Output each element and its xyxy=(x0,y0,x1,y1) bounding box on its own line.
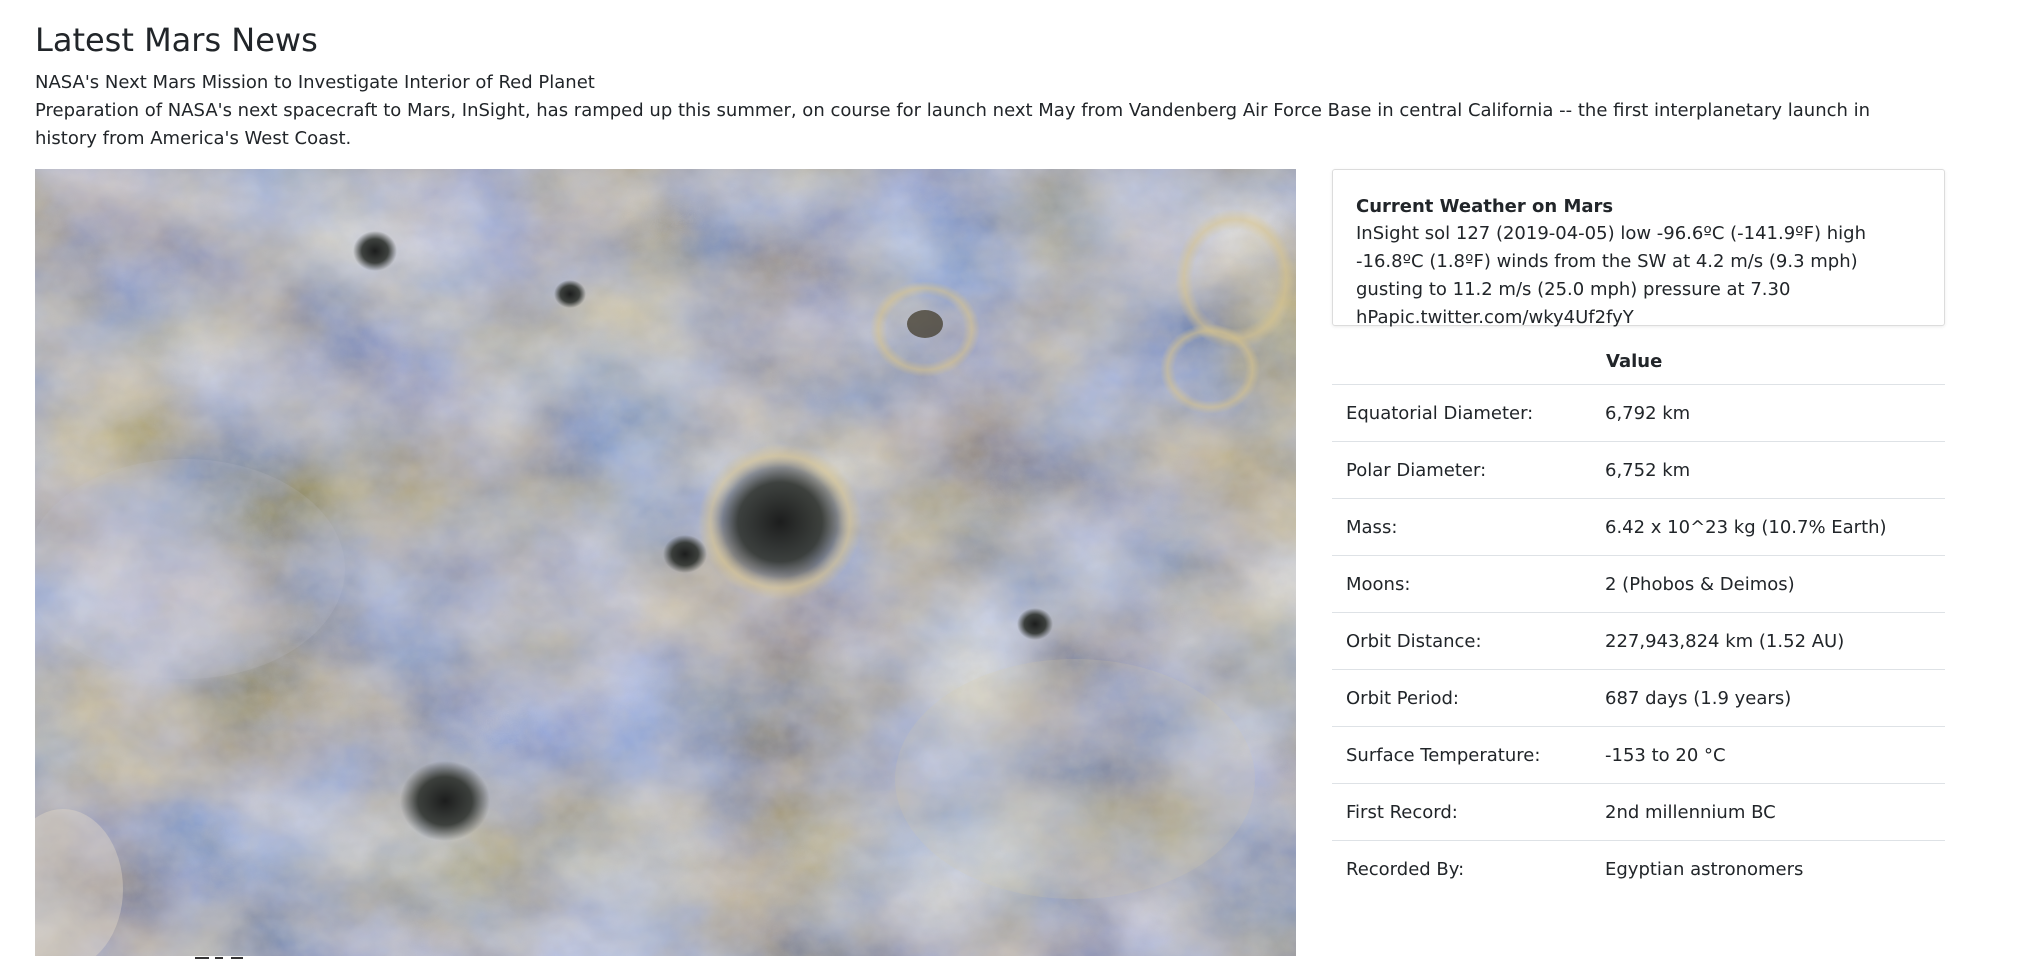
fact-label: First Record: xyxy=(1332,783,1592,841)
fact-value: 2 (Phobos & Deimos) xyxy=(1592,555,1945,613)
fact-value: 2nd millennium BC xyxy=(1592,783,1945,841)
table-row: First Record: 2nd millennium BC xyxy=(1332,783,1945,841)
mars-featured-image[interactable] xyxy=(35,169,1296,956)
table-row: Polar Diameter: 6,752 km xyxy=(1332,441,1945,499)
fact-label: Orbit Distance: xyxy=(1332,612,1592,670)
weather-text: InSight sol 127 (2019-04-05) low -96.6ºC… xyxy=(1356,223,1866,328)
fact-value: -153 to 20 °C xyxy=(1592,726,1945,784)
fact-label: Equatorial Diameter: xyxy=(1332,384,1592,442)
fact-value: Egyptian astronomers xyxy=(1605,858,1804,880)
weather-card: Current Weather on Mars InSight sol 127 … xyxy=(1332,169,1945,328)
page: Latest Mars News NASA's Next Mars Missio… xyxy=(0,0,2039,966)
fact-value: 227,943,824 km (1.52 AU) xyxy=(1592,612,1945,670)
fact-value: 6,752 km xyxy=(1592,441,1945,499)
table-header-value: Value xyxy=(1592,338,1945,385)
table-header-label xyxy=(1332,338,1592,385)
fact-label: Moons: xyxy=(1332,555,1592,613)
fact-label: Orbit Period: xyxy=(1332,669,1592,727)
fact-value: 687 days (1.9 years) xyxy=(1592,669,1945,727)
table-row: Mass: 6.42 x 10^23 kg (10.7% Earth) xyxy=(1332,498,1945,556)
table-row: Moons: 2 (Phobos & Deimos) xyxy=(1332,555,1945,613)
fact-label: Mass: xyxy=(1332,498,1592,556)
fact-label: Polar Diameter: xyxy=(1332,441,1592,499)
table-row: Surface Temperature: -153 to 20 °C xyxy=(1332,726,1945,784)
fact-value: 6.42 x 10^23 kg (10.7% Earth) xyxy=(1592,498,1945,556)
cropped-caption xyxy=(35,957,335,966)
news-teaser: Preparation of NASA's next spacecraft to… xyxy=(35,100,1871,149)
fact-label: Recorded By: xyxy=(1346,858,1465,880)
table-row: Orbit Period: 687 days (1.9 years) xyxy=(1332,669,1945,727)
table-row: Equatorial Diameter: 6,792 km xyxy=(1332,384,1945,442)
weather-title: Current Weather on Mars xyxy=(1356,196,1614,217)
table-header-row: Value xyxy=(1332,338,1945,385)
table-row: Orbit Distance: 227,943,824 km (1.52 AU) xyxy=(1332,612,1945,670)
news-headline[interactable]: NASA's Next Mars Mission to Investigate … xyxy=(35,70,595,96)
fact-label: Surface Temperature: xyxy=(1332,726,1592,784)
news-section-title: Latest Mars News xyxy=(35,21,318,59)
table-row: Recorded By: Egyptian astronomers xyxy=(1332,841,1945,898)
mars-facts-table: Value Equatorial Diameter: 6,792 km Pola… xyxy=(1332,338,1945,897)
fact-value: 6,792 km xyxy=(1592,384,1945,442)
